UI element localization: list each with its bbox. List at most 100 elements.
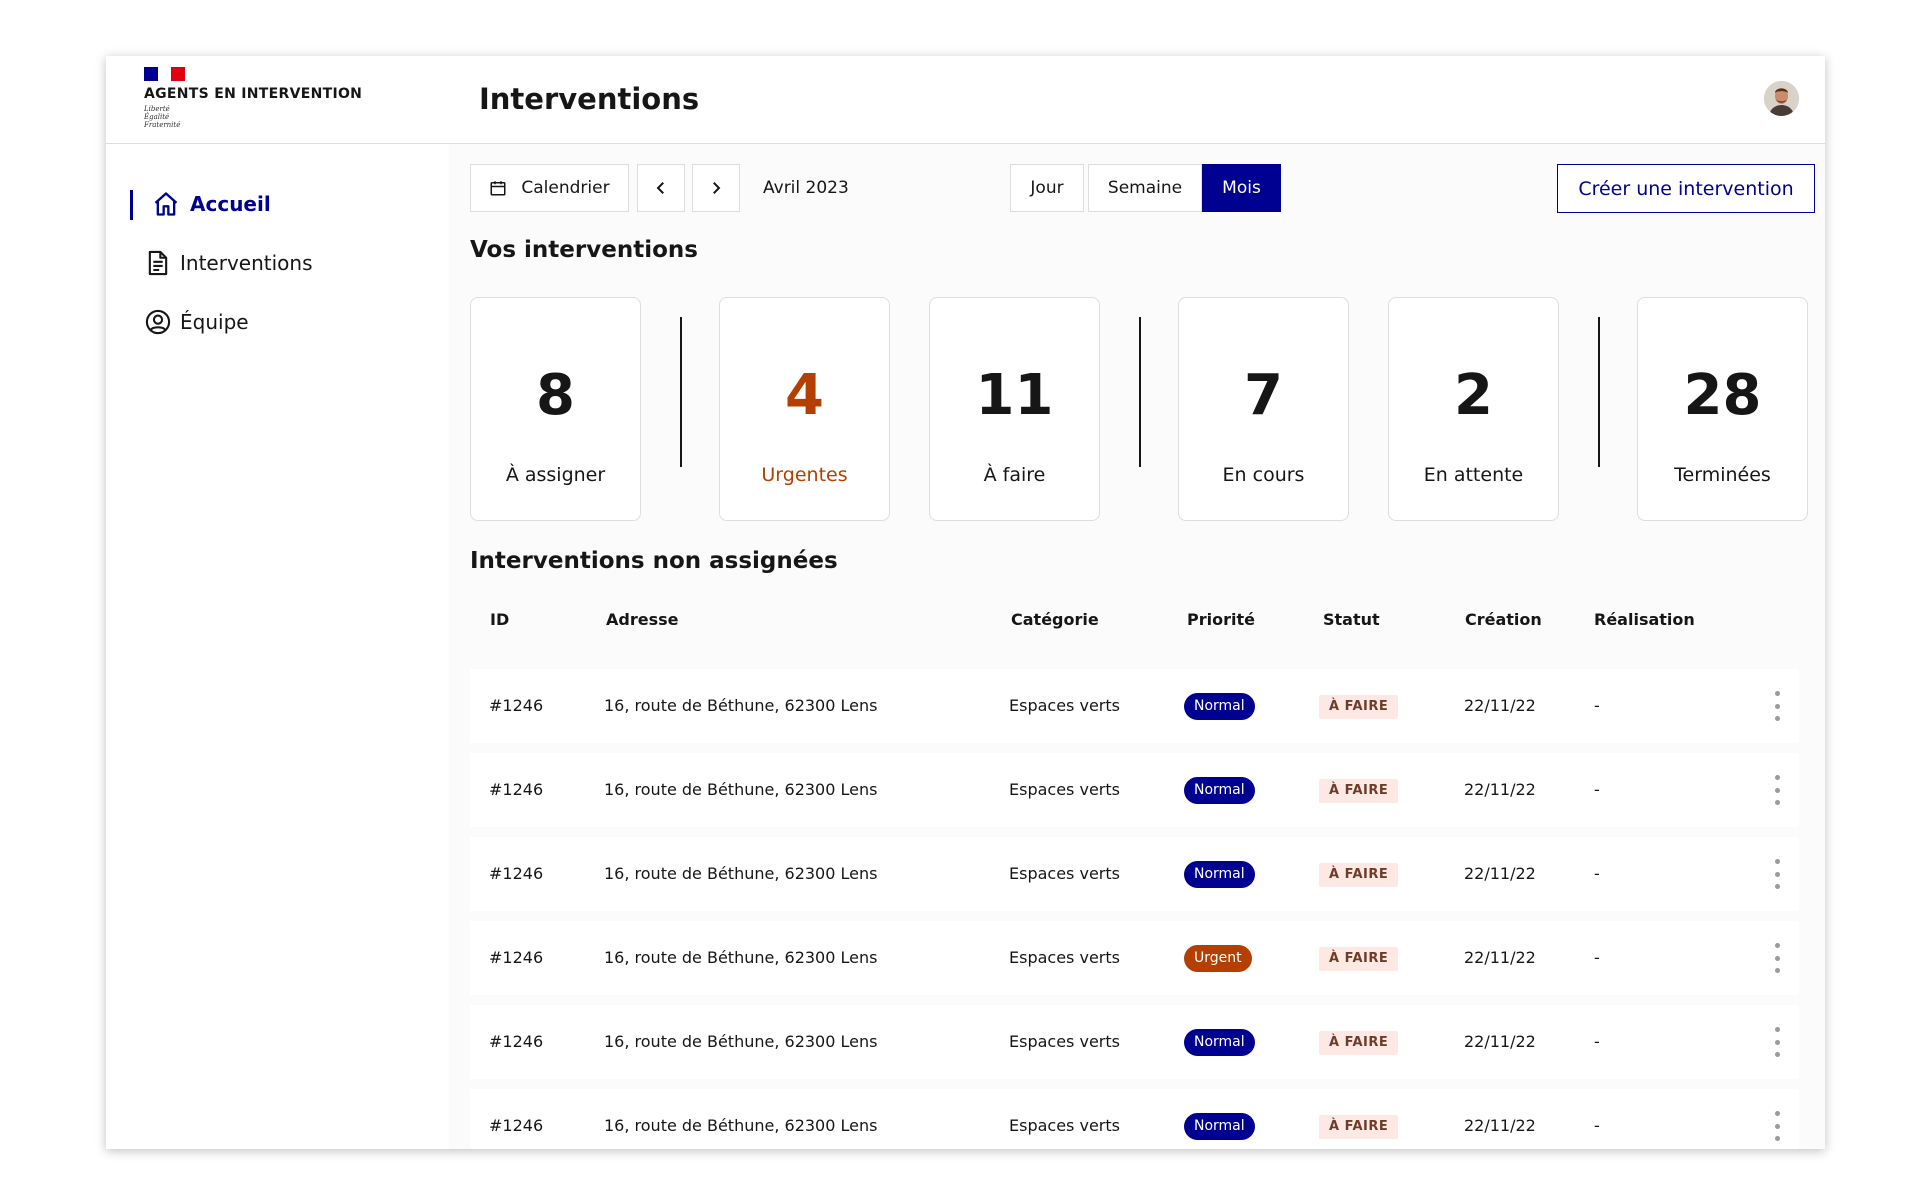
table-row[interactable]: #1246 16, route de Béthune, 62300 Lens Esp… bbox=[470, 1089, 1799, 1149]
top-header: Interventions bbox=[449, 56, 1825, 144]
cell-realisation: - bbox=[1594, 696, 1600, 715]
stat-card-urgent[interactable]: 4 Urgentes bbox=[719, 297, 890, 521]
priority-badge: Normal bbox=[1184, 1029, 1255, 1056]
create-intervention-button[interactable]: Créer une intervention bbox=[1557, 164, 1815, 213]
current-month: Avril 2023 bbox=[763, 178, 849, 198]
cell-category: Espaces verts bbox=[1009, 1116, 1120, 1135]
view-month-button[interactable]: Mois bbox=[1202, 164, 1281, 212]
chevron-right-icon bbox=[713, 182, 721, 194]
stat-card-done[interactable]: 28 Terminées bbox=[1637, 297, 1808, 521]
avatar[interactable] bbox=[1764, 81, 1799, 116]
calendar-button[interactable]: Calendrier bbox=[470, 164, 629, 212]
cell-category: Espaces verts bbox=[1009, 948, 1120, 967]
row-menu-icon[interactable] bbox=[1770, 859, 1784, 889]
main-content: Calendrier Avril 2023 Jour Semaine Mois … bbox=[449, 144, 1825, 1149]
stat-label: Urgentes bbox=[761, 464, 848, 486]
cell-id: #1246 bbox=[489, 1032, 544, 1051]
view-week-button[interactable]: Semaine bbox=[1088, 164, 1202, 212]
sidebar-nav: Accueil Interventions Équipe bbox=[106, 176, 449, 353]
cell-created: 22/11/22 bbox=[1464, 696, 1536, 715]
cell-address: 16, route de Béthune, 62300 Lens bbox=[604, 1116, 878, 1135]
table-row[interactable]: #1246 16, route de Béthune, 62300 Lens Esp… bbox=[470, 1005, 1799, 1079]
column-header-priority[interactable]: Priorité bbox=[1187, 610, 1255, 629]
status-badge: À FAIRE bbox=[1319, 863, 1399, 887]
row-menu-icon[interactable] bbox=[1770, 1027, 1784, 1057]
stat-divider bbox=[1139, 317, 1141, 467]
sidebar-item-accueil[interactable]: Accueil bbox=[106, 176, 449, 232]
prev-month-button[interactable] bbox=[637, 164, 685, 212]
brand-name: AGENTS EN INTERVENTION bbox=[144, 86, 363, 102]
table-row[interactable]: #1246 16, route de Béthune, 62300 Lens Esp… bbox=[470, 837, 1799, 911]
chevron-left-icon bbox=[656, 182, 664, 194]
stat-divider bbox=[680, 317, 682, 467]
stat-label: En attente bbox=[1423, 464, 1524, 486]
stat-card-to-assign[interactable]: 8 À assigner bbox=[470, 297, 641, 521]
calendar-label: Calendrier bbox=[521, 178, 610, 198]
status-badge: À FAIRE bbox=[1319, 779, 1399, 803]
row-menu-icon[interactable] bbox=[1770, 691, 1784, 721]
cell-created: 22/11/22 bbox=[1464, 1032, 1536, 1051]
stat-label: Terminées bbox=[1674, 464, 1771, 486]
sidebar-item-label: Équipe bbox=[180, 310, 249, 334]
priority-badge: Normal bbox=[1184, 1113, 1255, 1140]
cell-category: Espaces verts bbox=[1009, 780, 1120, 799]
cell-address: 16, route de Béthune, 62300 Lens bbox=[604, 864, 878, 883]
column-header-realisation[interactable]: Réalisation bbox=[1594, 610, 1695, 629]
user-circle-icon bbox=[145, 309, 171, 335]
stat-value: 11 bbox=[975, 363, 1054, 428]
cell-id: #1246 bbox=[489, 780, 544, 799]
priority-badge: Normal bbox=[1184, 777, 1255, 804]
status-badge: À FAIRE bbox=[1319, 695, 1399, 719]
column-header-created[interactable]: Création bbox=[1465, 610, 1542, 629]
row-menu-icon[interactable] bbox=[1770, 1111, 1784, 1141]
cell-address: 16, route de Béthune, 62300 Lens bbox=[604, 696, 878, 715]
cell-address: 16, route de Béthune, 62300 Lens bbox=[604, 780, 878, 799]
table-title: Interventions non assignées bbox=[470, 548, 838, 574]
cell-realisation: - bbox=[1594, 948, 1600, 967]
stat-value: 7 bbox=[1244, 363, 1283, 428]
stat-card-pending[interactable]: 2 En attente bbox=[1388, 297, 1559, 521]
column-header-id[interactable]: ID bbox=[490, 610, 509, 629]
brand-motto: Liberté Égalité Fraternité bbox=[144, 105, 180, 129]
cell-realisation: - bbox=[1594, 780, 1600, 799]
status-badge: À FAIRE bbox=[1319, 1115, 1399, 1139]
cell-address: 16, route de Béthune, 62300 Lens bbox=[604, 948, 878, 967]
overview-title: Vos interventions bbox=[470, 237, 698, 263]
sidebar-item-interventions[interactable]: Interventions bbox=[106, 235, 449, 291]
cell-category: Espaces verts bbox=[1009, 696, 1120, 715]
stat-card-to-do[interactable]: 11 À faire bbox=[929, 297, 1100, 521]
stat-value: 4 bbox=[785, 363, 824, 428]
status-badge: À FAIRE bbox=[1319, 1031, 1399, 1055]
column-header-category[interactable]: Catégorie bbox=[1011, 610, 1099, 629]
stat-value: 28 bbox=[1683, 363, 1762, 428]
row-menu-icon[interactable] bbox=[1770, 943, 1784, 973]
priority-badge: Urgent bbox=[1184, 945, 1252, 972]
cell-created: 22/11/22 bbox=[1464, 864, 1536, 883]
status-badge: À FAIRE bbox=[1319, 947, 1399, 971]
document-icon bbox=[148, 250, 168, 276]
stat-value: 2 bbox=[1454, 363, 1493, 428]
stat-label: En cours bbox=[1222, 464, 1305, 486]
table-row[interactable]: #1246 16, route de Béthune, 62300 Lens Esp… bbox=[470, 669, 1799, 743]
column-header-address[interactable]: Adresse bbox=[606, 610, 678, 629]
stat-card-in-progress[interactable]: 7 En cours bbox=[1178, 297, 1349, 521]
flag-logo bbox=[144, 67, 186, 81]
stat-value: 8 bbox=[536, 363, 575, 428]
column-header-status[interactable]: Statut bbox=[1323, 610, 1380, 629]
motto-line: Égalité bbox=[144, 113, 170, 121]
table-row[interactable]: #1246 16, route de Béthune, 62300 Lens Esp… bbox=[470, 753, 1799, 827]
stat-label: À faire bbox=[983, 464, 1046, 486]
sidebar-item-equipe[interactable]: Équipe bbox=[106, 294, 449, 350]
calendar-icon bbox=[490, 181, 506, 196]
stat-divider bbox=[1598, 317, 1600, 467]
motto-line: Fraternité bbox=[144, 121, 181, 129]
priority-badge: Normal bbox=[1184, 861, 1255, 888]
avatar-image bbox=[1764, 81, 1799, 116]
next-month-button[interactable] bbox=[692, 164, 740, 212]
table-row[interactable]: #1246 16, route de Béthune, 62300 Lens Esp… bbox=[470, 921, 1799, 995]
cell-created: 22/11/22 bbox=[1464, 780, 1536, 799]
cell-id: #1246 bbox=[489, 864, 544, 883]
row-menu-icon[interactable] bbox=[1770, 775, 1784, 805]
brand-block[interactable]: AGENTS EN INTERVENTION Liberté Égalité F… bbox=[106, 56, 449, 144]
view-day-button[interactable]: Jour bbox=[1010, 164, 1084, 212]
